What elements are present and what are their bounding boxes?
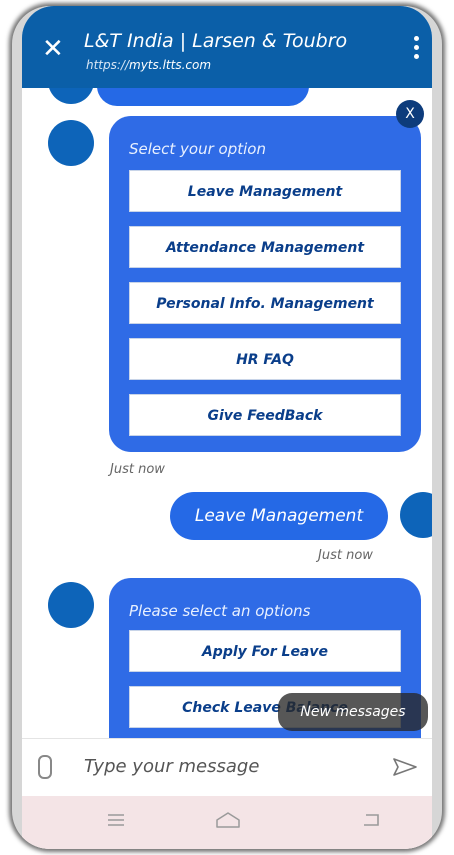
message-timestamp: Just now xyxy=(318,548,373,563)
bot-options-card: Select your option Leave Management Atte… xyxy=(109,116,421,452)
option-apply-for-leave[interactable]: Apply For Leave xyxy=(129,630,401,672)
back-icon[interactable] xyxy=(360,812,382,828)
more-vert-icon[interactable] xyxy=(414,36,420,63)
chat-area[interactable]: Select your option Leave Management Atte… xyxy=(22,88,432,738)
bot-avatar xyxy=(48,582,94,628)
page-title: L&T India | Larsen & Toubro xyxy=(84,30,348,52)
previous-message-bubble xyxy=(97,88,309,106)
phone-frame: ✕ L&T India | Larsen & Toubro https://my… xyxy=(12,6,442,849)
system-nav-bar xyxy=(22,796,432,849)
card-prompt: Select your option xyxy=(129,140,266,158)
app-header: ✕ L&T India | Larsen & Toubro https://my… xyxy=(22,6,432,88)
screen: ✕ L&T India | Larsen & Toubro https://my… xyxy=(22,6,432,849)
recent-apps-icon[interactable] xyxy=(106,812,126,828)
new-messages-toast[interactable]: New messages xyxy=(278,693,428,731)
user-avatar xyxy=(400,492,432,538)
bot-avatar xyxy=(48,88,94,104)
message-composer: Type your message xyxy=(22,738,432,797)
option-give-feedback[interactable]: Give FeedBack xyxy=(129,394,401,436)
bot-avatar xyxy=(48,120,94,166)
home-icon[interactable] xyxy=(214,810,242,830)
option-hr-faq[interactable]: HR FAQ xyxy=(129,338,401,380)
send-icon[interactable] xyxy=(392,757,418,777)
attachment-icon[interactable] xyxy=(38,755,52,779)
option-leave-management[interactable]: Leave Management xyxy=(129,170,401,212)
user-message-bubble: Leave Management xyxy=(170,492,388,540)
close-chat-button[interactable]: X xyxy=(396,100,424,128)
message-timestamp: Just now xyxy=(110,462,165,477)
option-personal-info-management[interactable]: Personal Info. Management xyxy=(129,282,401,324)
message-input[interactable]: Type your message xyxy=(84,756,259,777)
option-attendance-management[interactable]: Attendance Management xyxy=(129,226,401,268)
page-url: https://myts.ltts.com xyxy=(86,58,212,72)
card-prompt: Please select an options xyxy=(129,602,311,620)
close-icon[interactable]: ✕ xyxy=(42,36,64,62)
